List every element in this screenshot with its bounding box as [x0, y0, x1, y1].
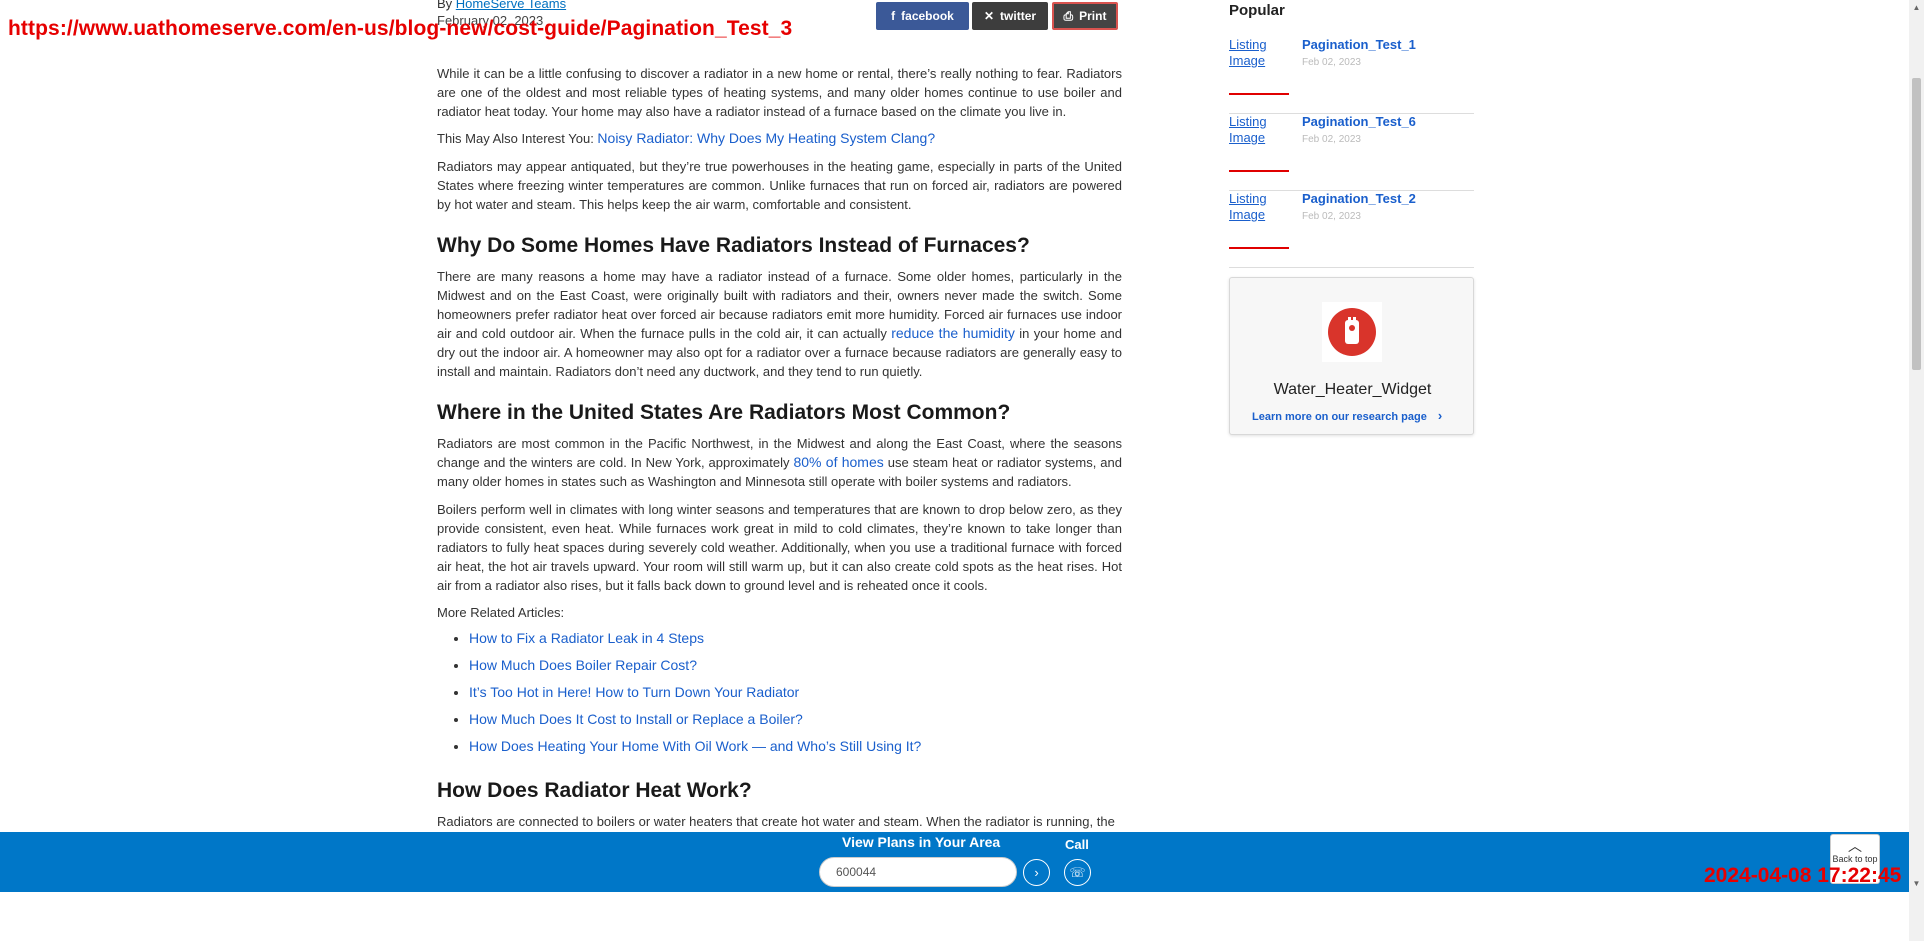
view-plans-go-button[interactable]: › — [1023, 859, 1050, 886]
author-link[interactable]: HomeServe Teams — [456, 0, 566, 11]
section-heading: Where in the United States Are Radiators… — [437, 401, 1011, 424]
related-article-link[interactable]: How to Fix a Radiator Leak in 4 Steps — [469, 630, 704, 646]
article-paragraph: Radiators are connected to boilers or wa… — [437, 814, 1115, 829]
popular-item-date: Feb 02, 2023 — [1302, 134, 1361, 145]
scrollbar-thumb[interactable] — [1912, 78, 1921, 370]
print-icon: ⎙ — [1063, 8, 1074, 23]
phone-icon: ☏ — [1069, 864, 1086, 880]
article-byline: By HomeServe Teams — [437, 0, 566, 11]
back-to-top-label: Back to top — [1832, 854, 1878, 864]
facebook-icon: f — [891, 9, 896, 23]
call-button[interactable]: ☏ — [1064, 859, 1091, 886]
call-label: Call — [1065, 837, 1089, 852]
byline-prefix: By — [437, 0, 456, 11]
list-item: How Does Heating Your Home With Oil Work… — [469, 733, 1122, 760]
popular-item[interactable]: Listing Image Pagination_Test_1 Feb 02, … — [1229, 37, 1474, 114]
plans-bar-title: View Plans in Your Area — [842, 834, 1001, 850]
popular-item-date: Feb 02, 2023 — [1302, 211, 1361, 222]
popular-item[interactable]: Listing Image Pagination_Test_6 Feb 02, … — [1229, 114, 1474, 191]
related-article-link[interactable]: It’s Too Hot in Here! How to Turn Down Y… — [469, 684, 799, 700]
popular-item-title[interactable]: Pagination_Test_6 — [1302, 114, 1416, 129]
article-paragraph: Radiators may appear antiquated, but the… — [437, 159, 1122, 212]
vertical-scrollbar[interactable]: ▲ ▼ — [1909, 0, 1924, 941]
listing-image[interactable]: Listing Image — [1229, 37, 1289, 69]
accent-bar — [1229, 247, 1289, 249]
twitter-share-button[interactable]: ✕ twitter — [972, 2, 1048, 30]
accent-bar — [1229, 93, 1289, 95]
popular-item-title[interactable]: Pagination_Test_1 — [1302, 37, 1416, 52]
popular-item-date: Feb 02, 2023 — [1302, 57, 1361, 68]
print-button[interactable]: ⎙ Print — [1052, 2, 1118, 30]
water-heater-widget: Water_Heater_Widget Learn more on our re… — [1229, 277, 1474, 435]
scroll-down-arrow-icon[interactable]: ▼ — [1909, 876, 1924, 891]
list-item: How to Fix a Radiator Leak in 4 Steps — [469, 625, 1122, 652]
listing-image[interactable]: Listing Image — [1229, 191, 1289, 223]
zip-code-input[interactable] — [819, 857, 1017, 887]
article-paragraph: There are many reasons a home may have a… — [437, 267, 1122, 381]
list-item: How Much Does It Cost to Install or Repl… — [469, 706, 1122, 733]
chevron-right-icon: › — [1034, 865, 1039, 880]
scroll-up-arrow-icon[interactable]: ▲ — [1909, 0, 1924, 15]
interest-label: This May Also Interest You: — [437, 131, 598, 146]
print-label: Print — [1079, 9, 1107, 23]
related-article-link[interactable]: How Much Does Boiler Repair Cost? — [469, 657, 697, 673]
section-heading: How Does Radiator Heat Work? — [437, 779, 752, 802]
facebook-share-label: facebook — [901, 9, 954, 23]
accent-bar — [1229, 170, 1289, 172]
facebook-share-button[interactable]: f facebook — [876, 2, 969, 30]
twitter-icon: ✕ — [983, 9, 995, 23]
article-paragraph: While it can be a little confusing to di… — [437, 66, 1122, 119]
twitter-share-label: twitter — [1000, 9, 1037, 23]
widget-title: Water_Heater_Widget — [1273, 381, 1432, 398]
plans-bar: View Plans in Your Area Call › ☏ — [0, 832, 1909, 892]
popular-item-title[interactable]: Pagination_Test_2 — [1302, 191, 1416, 206]
list-item: How Much Does Boiler Repair Cost? — [469, 652, 1122, 679]
related-articles-label: More Related Articles: — [437, 605, 565, 620]
related-article-link[interactable]: How Does Heating Your Home With Oil Work… — [469, 738, 921, 754]
article-paragraph: Boilers perform well in climates with lo… — [437, 502, 1122, 593]
list-item: It’s Too Hot in Here! How to Turn Down Y… — [469, 679, 1122, 706]
popular-heading: Popular — [1229, 2, 1285, 19]
reduce-humidity-link[interactable]: reduce the humidity — [891, 325, 1015, 341]
listing-image[interactable]: Listing Image — [1229, 114, 1289, 146]
interest-link[interactable]: Noisy Radiator: Why Does My Heating Syst… — [597, 130, 935, 146]
research-page-link[interactable]: Learn more on our research page › — [1252, 408, 1442, 423]
research-link-label: Learn more on our research page — [1252, 411, 1427, 423]
url-overlay-text: https://www.uathomeserve.com/en-us/blog-… — [8, 17, 793, 40]
related-article-link[interactable]: How Much Does It Cost to Install or Repl… — [469, 711, 803, 727]
chevron-right-icon: › — [1437, 408, 1443, 423]
chevron-up-icon: ︿ — [1848, 838, 1862, 854]
related-articles-list: How to Fix a Radiator Leak in 4 Steps Ho… — [437, 625, 1122, 760]
timestamp-overlay: 2024-04-08 17:22:45 — [1704, 864, 1902, 887]
article-paragraph: Radiators are most common in the Pacific… — [437, 434, 1122, 491]
interest-callout: This May Also Interest You: Noisy Radiat… — [437, 130, 1122, 146]
widget-icon-box — [1322, 302, 1382, 362]
water-heater-icon — [1328, 308, 1376, 356]
page-viewport: By HomeServe Teams February 02, 2023 f f… — [0, 0, 1909, 941]
section-heading: Why Do Some Homes Have Radiators Instead… — [437, 234, 1030, 257]
page-bottom-strip — [0, 892, 1909, 941]
homes-percent-link[interactable]: 80% of homes — [793, 454, 883, 470]
popular-item[interactable]: Listing Image Pagination_Test_2 Feb 02, … — [1229, 191, 1474, 268]
